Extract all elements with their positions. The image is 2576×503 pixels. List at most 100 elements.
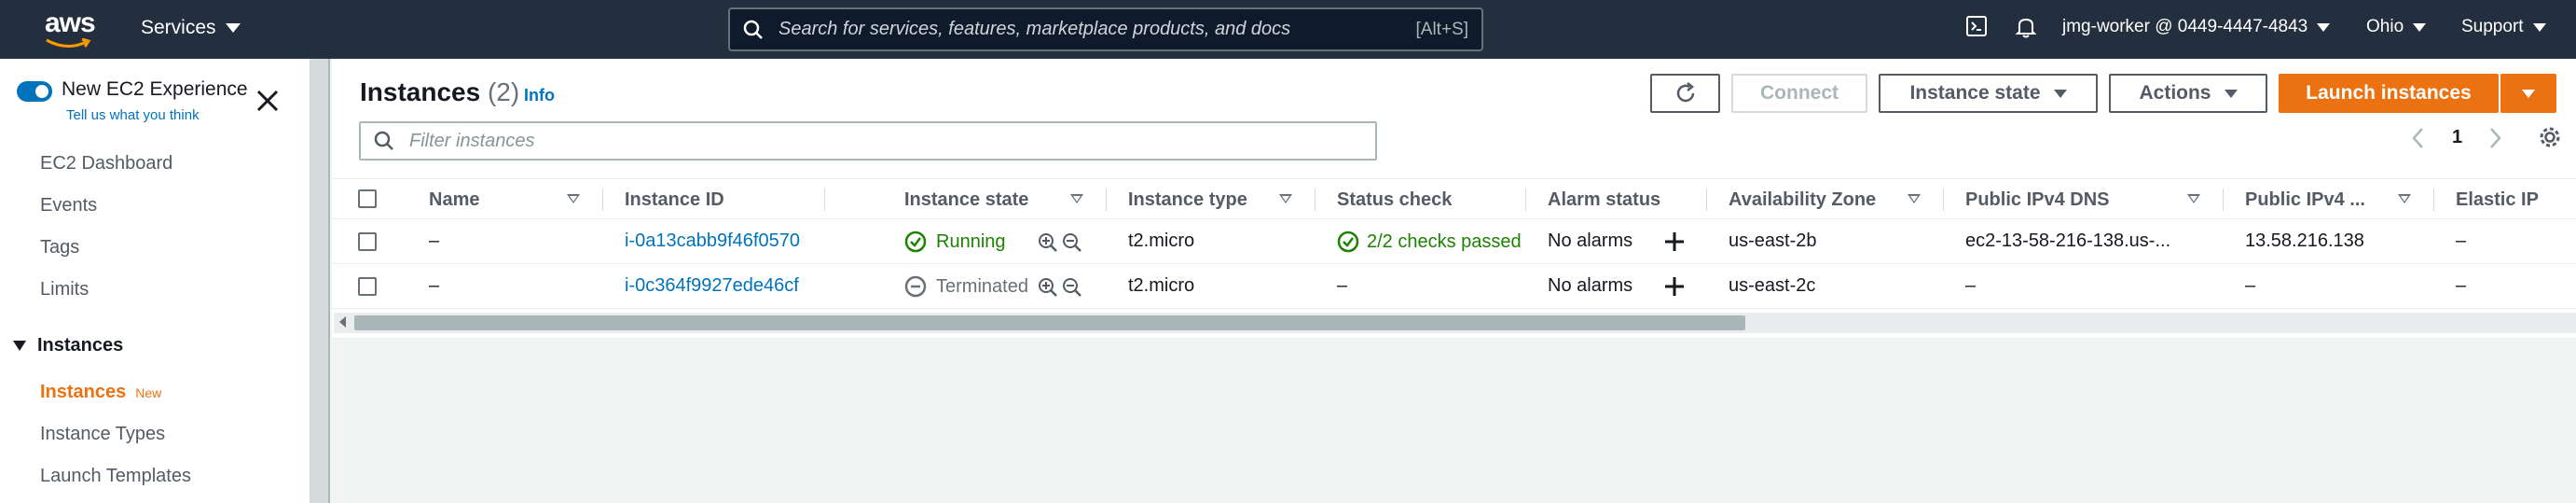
search-placeholder: Search for services, features, marketpla…: [778, 19, 1291, 39]
scroll-left-icon[interactable]: [339, 316, 346, 328]
filter-placeholder: Filter instances: [409, 130, 535, 151]
cloudshell-button[interactable]: [1965, 15, 1988, 37]
sidebar-section-instances[interactable]: Instances: [13, 335, 123, 356]
column-divider: [1525, 189, 1526, 211]
state-label: Running: [936, 231, 1006, 252]
sort-icon[interactable]: [2187, 194, 2200, 203]
column-divider: [1106, 189, 1107, 211]
filter-instances-input[interactable]: Filter instances: [359, 121, 1377, 161]
services-menu[interactable]: Services: [141, 17, 241, 39]
zoom-in-icon[interactable]: [1037, 276, 1059, 299]
zoom-out-icon[interactable]: [1061, 276, 1083, 299]
account-menu[interactable]: jmg-worker @ 0449-4447-4843: [2062, 17, 2331, 37]
new-experience-label: New EC2 Experience: [62, 78, 248, 100]
actions-button[interactable]: Actions: [2109, 74, 2267, 113]
sort-icon[interactable]: [567, 194, 580, 203]
search-icon: [743, 20, 763, 39]
settings-gear-icon[interactable]: [2538, 125, 2562, 149]
column-header-status-check[interactable]: Status check: [1337, 189, 1452, 211]
new-badge: New: [135, 385, 162, 400]
sidebar-item-launch-templates[interactable]: Launch Templates: [40, 466, 191, 487]
sidebar-item-events[interactable]: Events: [40, 195, 97, 217]
column-header-public-ipv4[interactable]: Public IPv4 ...: [2245, 189, 2365, 211]
table-row[interactable]: – i-0a13cabb9f46f0570 Running t2.micro 2…: [332, 219, 2576, 264]
launch-dropdown-button[interactable]: [2500, 74, 2556, 113]
instance-id-link[interactable]: i-0a13cabb9f46f0570: [625, 231, 800, 252]
services-label: Services: [141, 17, 216, 38]
prev-page-icon[interactable]: [2411, 127, 2426, 149]
next-page-icon[interactable]: [2487, 127, 2502, 149]
row-checkbox[interactable]: [358, 277, 377, 296]
feedback-link[interactable]: Tell us what you think: [66, 107, 200, 123]
cell-availability-zone: us-east-2b: [1729, 231, 1817, 251]
launch-label: Launch instances: [2306, 82, 2472, 104]
column-header-public-ipv4-dns[interactable]: Public IPv4 DNS: [1965, 189, 2110, 211]
select-all-checkbox[interactable]: [358, 189, 377, 208]
info-link[interactable]: Info: [524, 86, 555, 105]
sidebar-scrollbar[interactable]: [310, 59, 330, 503]
new-experience-toggle[interactable]: [17, 81, 52, 102]
table-horizontal-scrollbar[interactable]: [334, 313, 2576, 333]
column-divider: [824, 189, 825, 211]
aws-logo[interactable]: aws: [45, 9, 96, 48]
scrollbar-thumb[interactable]: [354, 315, 1745, 330]
add-alarm-icon[interactable]: [1663, 275, 1686, 298]
launch-instances-button[interactable]: Launch instances: [2279, 74, 2499, 113]
column-divider: [2223, 189, 2224, 211]
cell-name: –: [429, 231, 440, 251]
cell-instance-state: Running: [904, 231, 1006, 253]
chevron-down-icon: [2317, 22, 2331, 32]
page-title: Instances (2): [360, 77, 519, 107]
column-header-instance-type[interactable]: Instance type: [1128, 189, 1247, 211]
check-circle-icon: [1337, 231, 1359, 253]
instance-state-label: Instance state: [1909, 82, 2041, 104]
region-menu[interactable]: Ohio: [2366, 17, 2427, 37]
instance-count: (2): [487, 77, 520, 106]
sidebar-item-tags[interactable]: Tags: [40, 237, 79, 258]
connect-button[interactable]: Connect: [1731, 74, 1867, 113]
cell-public-ipv4: –: [2245, 275, 2256, 296]
sidebar-item-limits[interactable]: Limits: [40, 279, 89, 300]
sort-icon[interactable]: [1279, 194, 1292, 203]
region-label: Ohio: [2366, 17, 2404, 36]
bell-icon: [2015, 18, 2037, 38]
instance-state-button[interactable]: Instance state: [1879, 74, 2098, 113]
zoom-out-icon[interactable]: [1061, 231, 1083, 254]
close-icon[interactable]: [254, 87, 282, 115]
column-header-instance-state[interactable]: Instance state: [904, 189, 1028, 211]
column-header-elastic-ip[interactable]: Elastic IP: [2456, 189, 2539, 211]
sort-icon[interactable]: [1908, 194, 1921, 203]
notifications-button[interactable]: [2014, 15, 2038, 39]
page-number[interactable]: 1: [2452, 127, 2462, 148]
search-icon: [374, 131, 393, 150]
sidebar-item-instances[interactable]: Instances New: [40, 382, 161, 403]
sort-icon[interactable]: [2398, 194, 2411, 203]
sidebar: New EC2 Experience Tell us what you thin…: [0, 59, 310, 503]
refresh-icon: [1676, 82, 1694, 103]
row-checkbox[interactable]: [358, 232, 377, 251]
cell-alarm-status: No alarms: [1548, 231, 1633, 251]
instance-id-link[interactable]: i-0c364f9927ede46cf: [625, 275, 799, 297]
refresh-button[interactable]: [1650, 74, 1720, 113]
column-header-availability-zone[interactable]: Availability Zone: [1729, 189, 1876, 211]
split-panel-area: [332, 340, 2576, 503]
search-shortcut: [Alt+S]: [1415, 19, 1469, 39]
cell-instance-type: t2.micro: [1128, 275, 1195, 296]
chevron-down-icon: [225, 23, 241, 33]
sort-icon[interactable]: [1070, 194, 1083, 203]
column-divider: [1706, 189, 1707, 211]
sidebar-item-instance-types[interactable]: Instance Types: [40, 424, 165, 445]
column-header-name[interactable]: Name: [429, 189, 479, 211]
sidebar-item-ec2-dashboard[interactable]: EC2 Dashboard: [40, 153, 172, 175]
global-search[interactable]: Search for services, features, marketpla…: [728, 7, 1483, 51]
column-header-alarm-status[interactable]: Alarm status: [1548, 189, 1660, 211]
sidebar-section-label: Instances: [37, 335, 124, 356]
support-menu[interactable]: Support: [2461, 17, 2546, 37]
cell-availability-zone: us-east-2c: [1729, 275, 1816, 296]
add-alarm-icon[interactable]: [1663, 231, 1686, 253]
column-header-instance-id[interactable]: Instance ID: [625, 189, 724, 211]
account-label: jmg-worker @ 0449-4447-4843: [2062, 17, 2308, 36]
cell-public-dns: –: [1965, 275, 1977, 296]
table-row[interactable]: – i-0c364f9927ede46cf Terminated t2.micr…: [332, 264, 2576, 309]
zoom-in-icon[interactable]: [1037, 231, 1059, 254]
